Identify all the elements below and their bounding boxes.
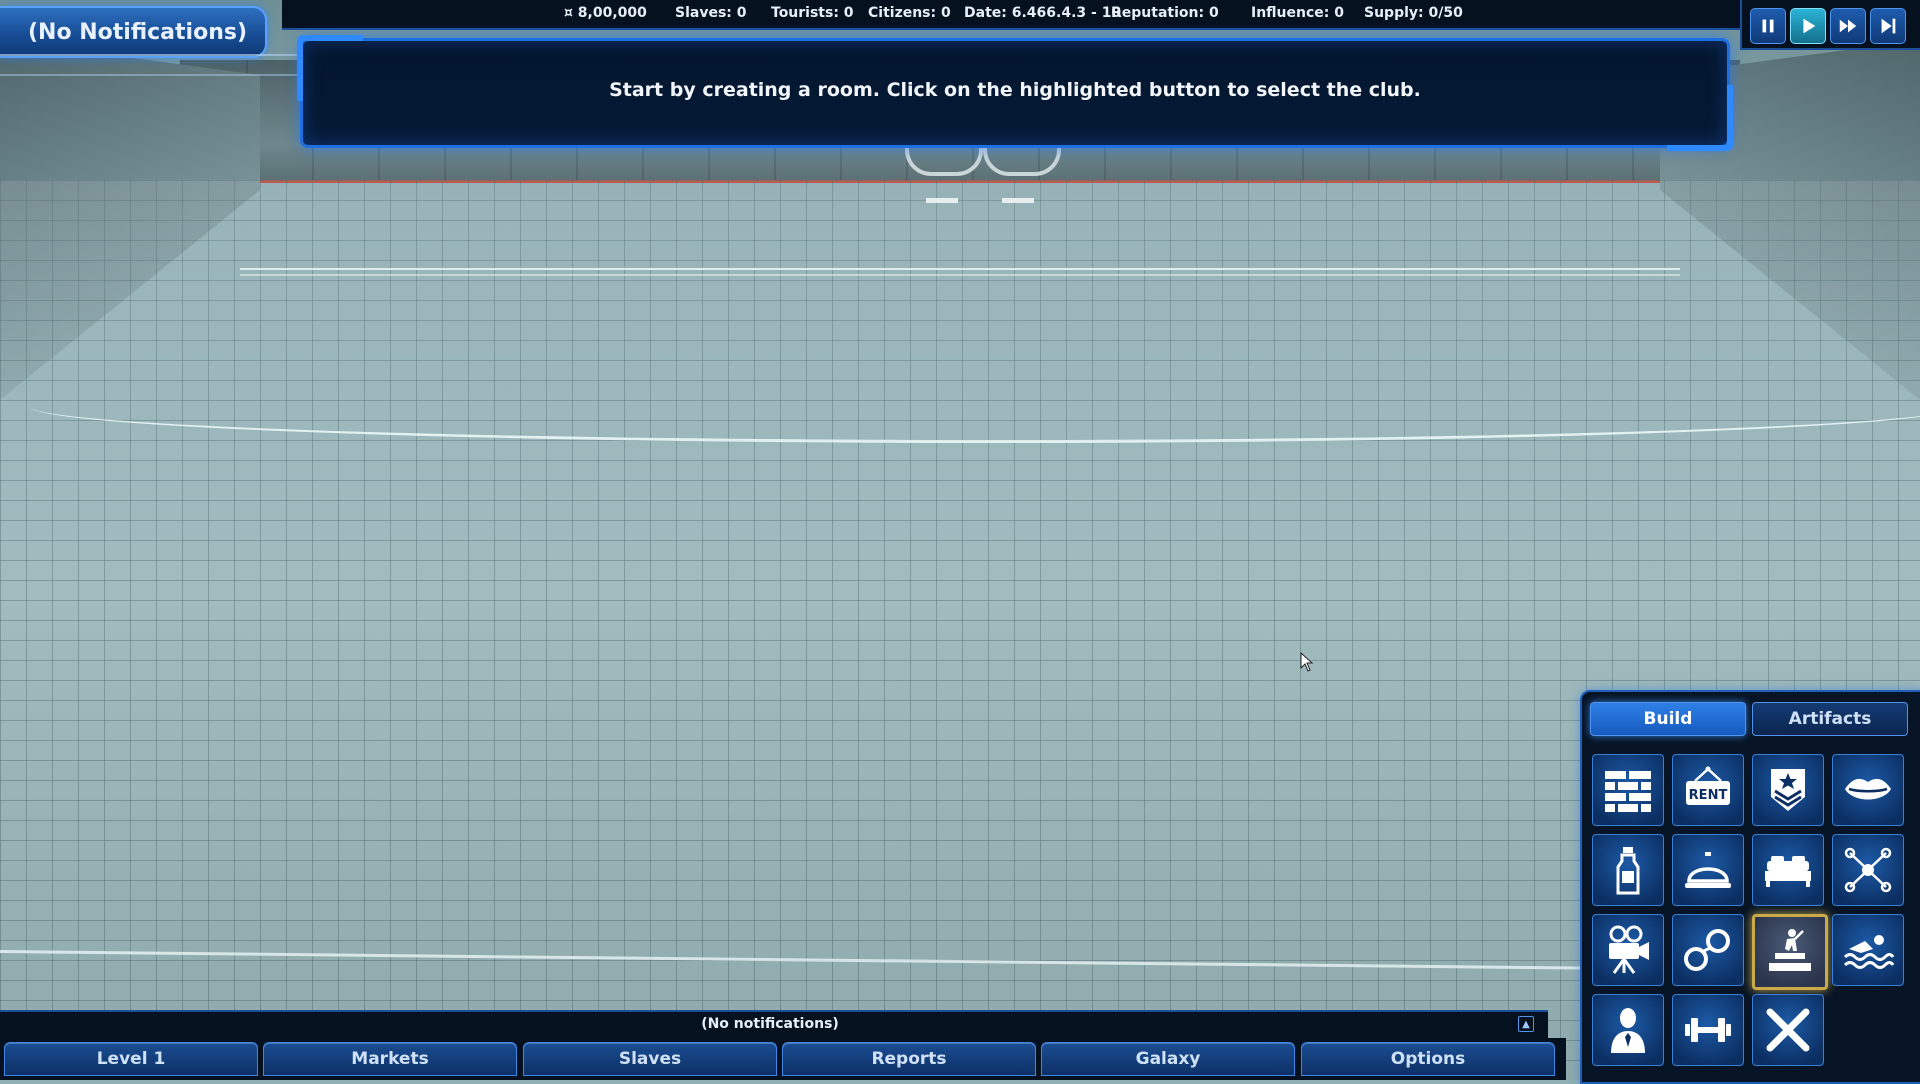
bottom-notification-text: (No notifications) [701, 1016, 839, 1032]
entrance-door [905, 146, 983, 176]
notifications-tab[interactable]: (No Notifications) [0, 6, 267, 58]
nav-slaves-button[interactable]: Slaves [523, 1042, 777, 1076]
handcuffs-icon [1684, 929, 1730, 971]
entrance-marker [1002, 198, 1034, 203]
network-icon [1844, 847, 1892, 893]
brick-wall-icon [1605, 771, 1651, 812]
pause-icon [1762, 19, 1774, 33]
dumbbell-icon [1685, 1018, 1731, 1042]
nav-galaxy-button[interactable]: Galaxy [1041, 1042, 1295, 1076]
person-icon [1611, 1008, 1645, 1053]
fast-forward-button[interactable] [1830, 8, 1866, 44]
main-nav-bar: Level 1 Markets Slaves Reports Galaxy Op… [0, 1038, 1566, 1080]
notifications-tab-label: (No Notifications) [28, 20, 248, 45]
tutorial-message: Start by creating a room. Click on the h… [609, 79, 1421, 101]
build-lounge-button[interactable] [1832, 754, 1904, 826]
build-rent-button[interactable]: RENT [1672, 754, 1744, 826]
notifications-rail [0, 54, 300, 76]
tutorial-banner: Start by creating a room. Click on the h… [297, 35, 1733, 151]
tourists-count: Tourists: 0 [771, 5, 854, 21]
nav-markets-button[interactable]: Markets [263, 1042, 517, 1076]
speed-controls [1740, 0, 1920, 50]
build-reception-button[interactable] [1672, 834, 1744, 906]
citizens-count: Citizens: 0 [868, 5, 951, 21]
build-dungeon-button[interactable] [1672, 914, 1744, 986]
mouse-cursor-icon [1300, 652, 1314, 672]
bottom-notification-bar: (No notifications) ▲ [0, 1010, 1548, 1038]
floor-marking-line [240, 268, 1680, 276]
nav-level-button[interactable]: Level 1 [4, 1042, 258, 1076]
build-panel: Build Artifacts RENT [1580, 690, 1920, 1084]
floor-marking-curve [30, 370, 1920, 443]
build-bedroom-button[interactable] [1752, 834, 1824, 906]
money-value: ¤ 8,00,000 [564, 5, 647, 21]
tab-artifacts[interactable]: Artifacts [1752, 702, 1908, 736]
service-bell-icon [1685, 852, 1731, 888]
rank-badge-icon [1771, 769, 1805, 811]
influence-value: Influence: 0 [1251, 5, 1344, 21]
demolish-button[interactable] [1752, 994, 1824, 1066]
bed-icon [1765, 856, 1811, 887]
status-bar: ¤ 8,00,000 Slaves: 0 Tourists: 0 Citizen… [282, 0, 1742, 30]
build-network-button[interactable] [1832, 834, 1904, 906]
pause-button[interactable] [1750, 8, 1786, 44]
build-club-button[interactable] [1752, 914, 1828, 990]
nav-reports-button[interactable]: Reports [782, 1042, 1036, 1076]
build-wall-button[interactable] [1592, 754, 1664, 826]
chevron-up-icon: ▲ [1522, 1018, 1530, 1030]
lips-icon [1845, 778, 1891, 800]
supply-value: Supply: 0/50 [1364, 5, 1463, 21]
skip-button[interactable] [1870, 8, 1906, 44]
build-security-button[interactable] [1752, 754, 1824, 826]
build-staff-button[interactable] [1592, 994, 1664, 1066]
tab-build[interactable]: Build [1590, 702, 1746, 736]
club-icon [1769, 929, 1811, 971]
fast-forward-icon [1839, 19, 1857, 33]
nav-options-button[interactable]: Options [1301, 1042, 1555, 1076]
slaves-count: Slaves: 0 [675, 5, 747, 21]
play-button[interactable] [1790, 8, 1826, 44]
entrance-marker [926, 198, 958, 203]
film-camera-icon [1609, 925, 1649, 974]
close-icon [1766, 1008, 1810, 1052]
build-studio-button[interactable] [1592, 914, 1664, 986]
rent-sign-icon: RENT [1686, 766, 1730, 805]
expand-notifications-button[interactable]: ▲ [1518, 1016, 1534, 1032]
entrance-door [983, 146, 1061, 176]
skip-icon [1881, 18, 1896, 34]
build-bar-button[interactable] [1592, 834, 1664, 906]
reputation-value: Reputation: 0 [1111, 5, 1219, 21]
swimming-icon [1843, 935, 1895, 969]
bottle-icon [1616, 847, 1640, 895]
rent-sign-label: RENT [1689, 788, 1728, 803]
play-icon [1803, 18, 1816, 34]
date-value: Date: 6.466.4.3 - 10 [964, 5, 1122, 21]
build-gym-button[interactable] [1672, 994, 1744, 1066]
build-pool-button[interactable] [1832, 914, 1904, 986]
